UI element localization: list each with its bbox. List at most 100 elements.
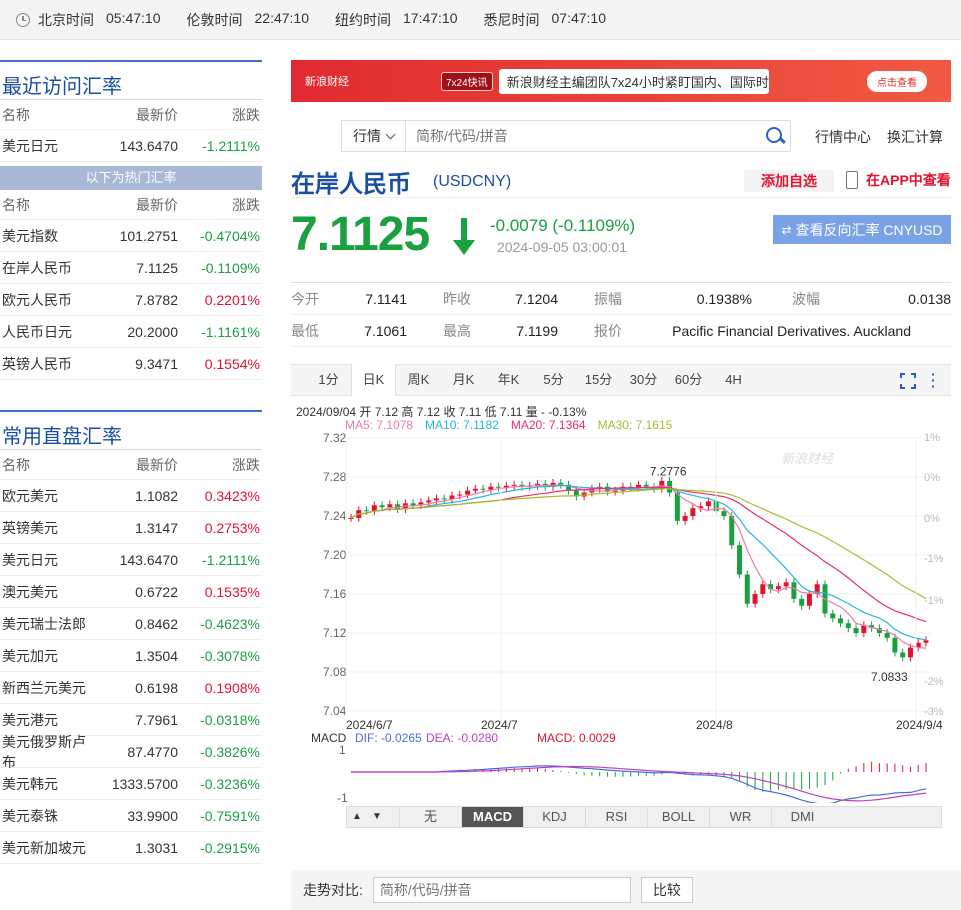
candle-body	[426, 500, 432, 503]
rate-name[interactable]: 美元加元	[0, 646, 92, 666]
direct-header: 名称 最新价 涨跌	[0, 450, 262, 480]
chart-tab[interactable]: 15分	[576, 364, 621, 396]
chart-tab[interactable]: 4H	[711, 364, 756, 396]
add-favorite-button[interactable]: 添加自选	[744, 170, 834, 192]
indicator-tab[interactable]: RSI	[585, 807, 647, 827]
rate-row[interactable]: 英镑人民币 9.3471 0.1554%	[0, 348, 262, 380]
rate-row[interactable]: 美元新加坡元 1.3031 -0.2915%	[0, 832, 262, 864]
rate-name[interactable]: 人民币日元	[0, 322, 92, 342]
rate-name[interactable]: 美元俄罗斯卢布	[0, 732, 92, 772]
rate-name[interactable]: 美元指数	[0, 226, 92, 246]
candle-body	[783, 582, 789, 587]
indicator-tab[interactable]: BOLL	[647, 807, 709, 827]
chart-tab[interactable]: 日K	[351, 364, 396, 396]
compare-input[interactable]	[372, 877, 631, 903]
market-center-link[interactable]: 行情中心	[815, 127, 871, 147]
tz-beijing: 北京时间 05:47:10	[38, 9, 161, 28]
scroll-up-icon[interactable]: ▲	[347, 807, 367, 827]
chart-tab[interactable]: 30分	[621, 364, 666, 396]
rate-name[interactable]: 欧元人民币	[0, 290, 92, 310]
x-tick-label: 2024/9/4	[896, 718, 943, 732]
rate-name[interactable]: 美元日元	[0, 550, 92, 570]
ad-view-button[interactable]: 点击查看	[867, 70, 927, 92]
indicator-tab[interactable]: WR	[709, 807, 771, 827]
chart-tab[interactable]: 5分	[531, 364, 576, 396]
chart-tab[interactable]: 1分	[306, 364, 351, 396]
rate-name[interactable]: 美元韩元	[0, 774, 92, 794]
rate-name[interactable]: 美元泰铢	[0, 806, 92, 826]
pct-tick-label: -2%	[924, 676, 944, 688]
rate-name[interactable]: 美元新加坡元	[0, 838, 92, 858]
rate-row[interactable]: 人民币日元 20.2000 -1.1161%	[0, 316, 262, 348]
indicator-tab[interactable]: 无	[399, 807, 461, 827]
candle-body	[511, 484, 517, 486]
rate-row[interactable]: 美元加元 1.3504 -0.3078%	[0, 640, 262, 672]
rate-price: 9.3471	[135, 355, 178, 372]
fullscreen-icon[interactable]	[900, 373, 916, 389]
world-clock-bar: 北京时间 05:47:10 伦敦时间 22:47:10 纽约时间 17:47:10 悉…	[0, 0, 961, 40]
rate-change: -0.7591%	[200, 807, 260, 824]
rate-price: 0.8462	[135, 615, 178, 632]
y-tick-label: 7.16	[323, 587, 347, 601]
rate-row[interactable]: 美元指数 101.2751 -0.4704%	[0, 220, 262, 252]
indicator-tab[interactable]: KDJ	[523, 807, 585, 827]
rate-name[interactable]: 澳元美元	[0, 582, 92, 602]
rate-row[interactable]: 美元俄罗斯卢布 87.4770 -0.3826%	[0, 734, 262, 770]
ma-line	[350, 484, 927, 649]
stats-table: 今开 7.1141 昨收 7.1204 振幅 0.1938% 波幅 0.0138 最低 7…	[291, 282, 951, 347]
rate-name[interactable]: 美元瑞士法郎	[0, 614, 92, 634]
rate-row[interactable]: 美元瑞士法郎 0.8462 -0.4623%	[0, 608, 262, 640]
rate-change: -1.2111%	[202, 551, 260, 568]
search-icon[interactable]	[760, 121, 790, 151]
symbol-code: (USDCNY)	[433, 173, 512, 190]
ad-banner[interactable]: 新浪财经 7x24快讯 新浪财经主编团队7x24小时紧盯国内、国际时... 点击…	[291, 60, 951, 102]
compare-label: 走势对比:	[303, 882, 363, 898]
indicator-tab[interactable]: DMI	[771, 807, 833, 827]
rate-row[interactable]: 欧元美元 1.1082 0.3423%	[0, 480, 262, 512]
rate-name[interactable]: 美元港元	[0, 710, 92, 730]
recent-row[interactable]: 美元日元 143.6470 -1.2111%	[0, 130, 262, 162]
sina-logo: 新浪财经	[305, 76, 349, 88]
rate-name[interactable]: 新西兰元美元	[0, 678, 92, 698]
chart-tab[interactable]: 60分	[666, 364, 711, 396]
rate-row[interactable]: 英镑美元 1.3147 0.2753%	[0, 512, 262, 544]
search-input[interactable]	[406, 122, 760, 150]
compare-bar: 走势对比: 比较	[291, 870, 961, 910]
rate-row[interactable]: 美元日元 143.6470 -1.2111%	[0, 544, 262, 576]
kline-chart[interactable]: 7.32 7.28 7.24 7.20 7.16 7.12 7.08 7.04 1% 0% 0% -1…	[291, 428, 961, 803]
rate-row[interactable]: 美元韩元 1333.5700 -0.3236%	[0, 768, 262, 800]
price-change: -0.0079 (-0.1109%)	[490, 216, 636, 235]
open-app-button[interactable]: 在APP中查看	[846, 170, 951, 190]
indicator-tab[interactable]: MACD	[461, 807, 523, 827]
rate-row[interactable]: 新西兰元美元 0.6198 0.1908%	[0, 672, 262, 704]
market-select[interactable]: 行情	[342, 121, 406, 151]
rate-name[interactable]: 在岸人民币	[0, 258, 92, 278]
stats-row: 最低 7.1061 最高 7.1199 报价 Pacific Financial De…	[291, 315, 951, 347]
compare-button[interactable]: 比较	[640, 877, 693, 903]
rate-price: 7.7961	[135, 711, 178, 728]
x-tick-label: 2024/7	[481, 718, 518, 732]
candle-body	[348, 517, 354, 519]
rate-name[interactable]: 美元日元	[0, 136, 92, 156]
rate-row[interactable]: 美元泰铢 33.9900 -0.7591%	[0, 800, 262, 832]
rate-name[interactable]: 英镑人民币	[0, 354, 92, 374]
chevron-down-icon	[385, 129, 396, 139]
rate-change: 0.1554%	[204, 355, 260, 372]
more-icon[interactable]: · · ·	[931, 367, 936, 393]
scroll-down-icon[interactable]: ▼	[367, 807, 387, 827]
rate-name[interactable]: 欧元美元	[0, 486, 92, 506]
last-price: 7.1125	[291, 208, 430, 261]
fx-calculator-link[interactable]: 换汇计算	[887, 127, 943, 147]
rate-row[interactable]: 澳元美元 0.6722 0.1535%	[0, 576, 262, 608]
chart-tab[interactable]: 周K	[396, 364, 441, 396]
tz-newyork: 纽约时间 17:47:10	[335, 9, 458, 28]
rate-name[interactable]: 英镑美元	[0, 518, 92, 538]
rate-row[interactable]: 在岸人民币 7.1125 -0.1109%	[0, 252, 262, 284]
chart-tab[interactable]: 年K	[486, 364, 531, 396]
ad-text[interactable]: 新浪财经主编团队7x24小时紧盯国内、国际时...	[498, 68, 769, 94]
rate-row[interactable]: 欧元人民币 7.8782 0.2201%	[0, 284, 262, 316]
reverse-rate-button[interactable]: ⇄ 查看反向汇率 CNYUSD	[773, 215, 951, 244]
pct-tick-label: 0%	[924, 513, 940, 525]
quote-title-row: 在岸人民币 (USDCNY) 添加自选 在APP中查看	[291, 162, 951, 198]
chart-tab[interactable]: 月K	[441, 364, 486, 396]
